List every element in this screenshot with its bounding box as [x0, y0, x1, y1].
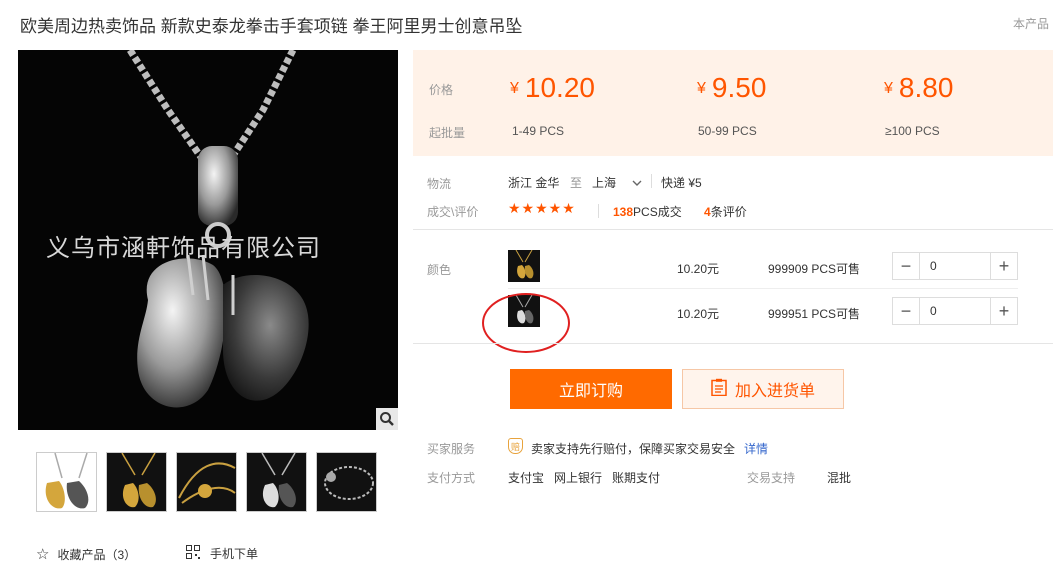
color-label: 颜色 — [427, 263, 452, 277]
payment-method-bank: 网上银行 — [554, 471, 603, 485]
add-to-cart-button[interactable]: 加入进货单 — [682, 369, 844, 409]
to-word: 至 — [570, 176, 583, 190]
clipboard-icon — [711, 378, 727, 401]
chevron-down-icon — [632, 176, 642, 190]
shipping-fee: 快递 ¥5 — [661, 176, 702, 190]
qty-tier-2: 50-99 PCS — [698, 124, 757, 138]
price-tier-3: ¥8.80 — [884, 72, 954, 103]
payment-method-alipay: 支付宝 — [508, 471, 545, 485]
service-detail-link[interactable]: 详情 — [744, 440, 768, 457]
star-outline-icon: ☆ — [36, 546, 50, 563]
minus-button[interactable]: − — [893, 253, 919, 279]
payment-method-credit: 账期支付 — [612, 471, 661, 485]
thumbnail-2[interactable] — [106, 452, 167, 512]
separator — [598, 204, 599, 218]
sold-count[interactable]: 138PCS成交 — [613, 203, 682, 220]
mobile-order[interactable]: 手机下单 — [186, 545, 258, 562]
variant-2-stock: 999951 PCS可售 — [768, 307, 861, 321]
mobile-order-label: 手机下单 — [210, 547, 259, 561]
variant-divider — [508, 288, 1018, 289]
thumbnail-4[interactable] — [246, 452, 307, 512]
plus-button[interactable]: + — [991, 253, 1017, 279]
review-count[interactable]: 4条评价 — [704, 203, 747, 220]
ship-to-value: 上海 — [592, 176, 617, 190]
plus-button[interactable]: + — [991, 298, 1017, 324]
watermark-text: 义乌市涵軒饰品有限公司 — [46, 234, 321, 262]
thumbnail-strip — [36, 452, 377, 512]
moq-label: 起批量 — [429, 126, 466, 140]
guarantee-shield-icon: 赔 — [508, 438, 523, 454]
thumbnail-3[interactable] — [176, 452, 237, 512]
price-label: 价格 — [429, 83, 454, 97]
quantity-input[interactable]: 0 — [919, 298, 991, 324]
section-divider — [413, 343, 1053, 344]
favorite-product[interactable]: ☆ 收藏产品（3） — [36, 545, 136, 563]
service-text: 卖家支持先行赔付，保障买家交易安全 — [531, 442, 736, 456]
zoom-icon[interactable] — [376, 408, 398, 430]
service-label: 买家服务 — [427, 442, 476, 456]
thumbnail-1[interactable] — [36, 452, 97, 512]
separator — [651, 174, 652, 188]
variant-2-price: 10.20元 — [677, 307, 720, 321]
section-divider — [413, 229, 1053, 230]
qty-tier-3: ≥100 PCS — [885, 124, 940, 138]
product-title: 欧美周边热卖饰品 新款史泰龙拳击手套项链 拳王阿里男士创意吊坠 — [20, 17, 523, 36]
annotation-circle — [482, 293, 570, 353]
quantity-stepper-2: − 0 + — [892, 297, 1018, 325]
variant-1-stock: 999909 PCS可售 — [768, 262, 861, 276]
add-to-cart-label: 加入进货单 — [734, 383, 815, 400]
minus-button[interactable]: − — [893, 298, 919, 324]
color-swatch-1[interactable] — [508, 250, 540, 282]
trade-support-value: 混批 — [827, 471, 852, 485]
quantity-input[interactable]: 0 — [919, 253, 991, 279]
logistics-label: 物流 — [427, 177, 452, 191]
ship-to-dropdown[interactable]: 上海 — [592, 174, 642, 191]
variant-1-price: 10.20元 — [677, 262, 720, 276]
rating-stars: ★★★★★ — [508, 200, 576, 216]
qr-code-icon — [186, 545, 200, 562]
thumbnail-5[interactable] — [316, 452, 377, 512]
favorite-label: 收藏产品（3） — [57, 547, 137, 562]
deals-label: 成交\评价 — [427, 205, 479, 219]
quantity-stepper-1: − 0 + — [892, 252, 1018, 280]
price-tier-2: ¥9.50 — [697, 72, 767, 103]
price-tier-1: ¥10.20 — [510, 72, 595, 103]
trade-support-label: 交易支持 — [747, 471, 796, 485]
top-right-label[interactable]: 本产品 — [1013, 15, 1049, 32]
payment-label: 支付方式 — [427, 471, 476, 485]
ship-from: 浙江 金华 — [508, 176, 560, 190]
buy-now-button[interactable]: 立即订购 — [510, 369, 672, 409]
qty-tier-1: 1-49 PCS — [512, 124, 565, 138]
